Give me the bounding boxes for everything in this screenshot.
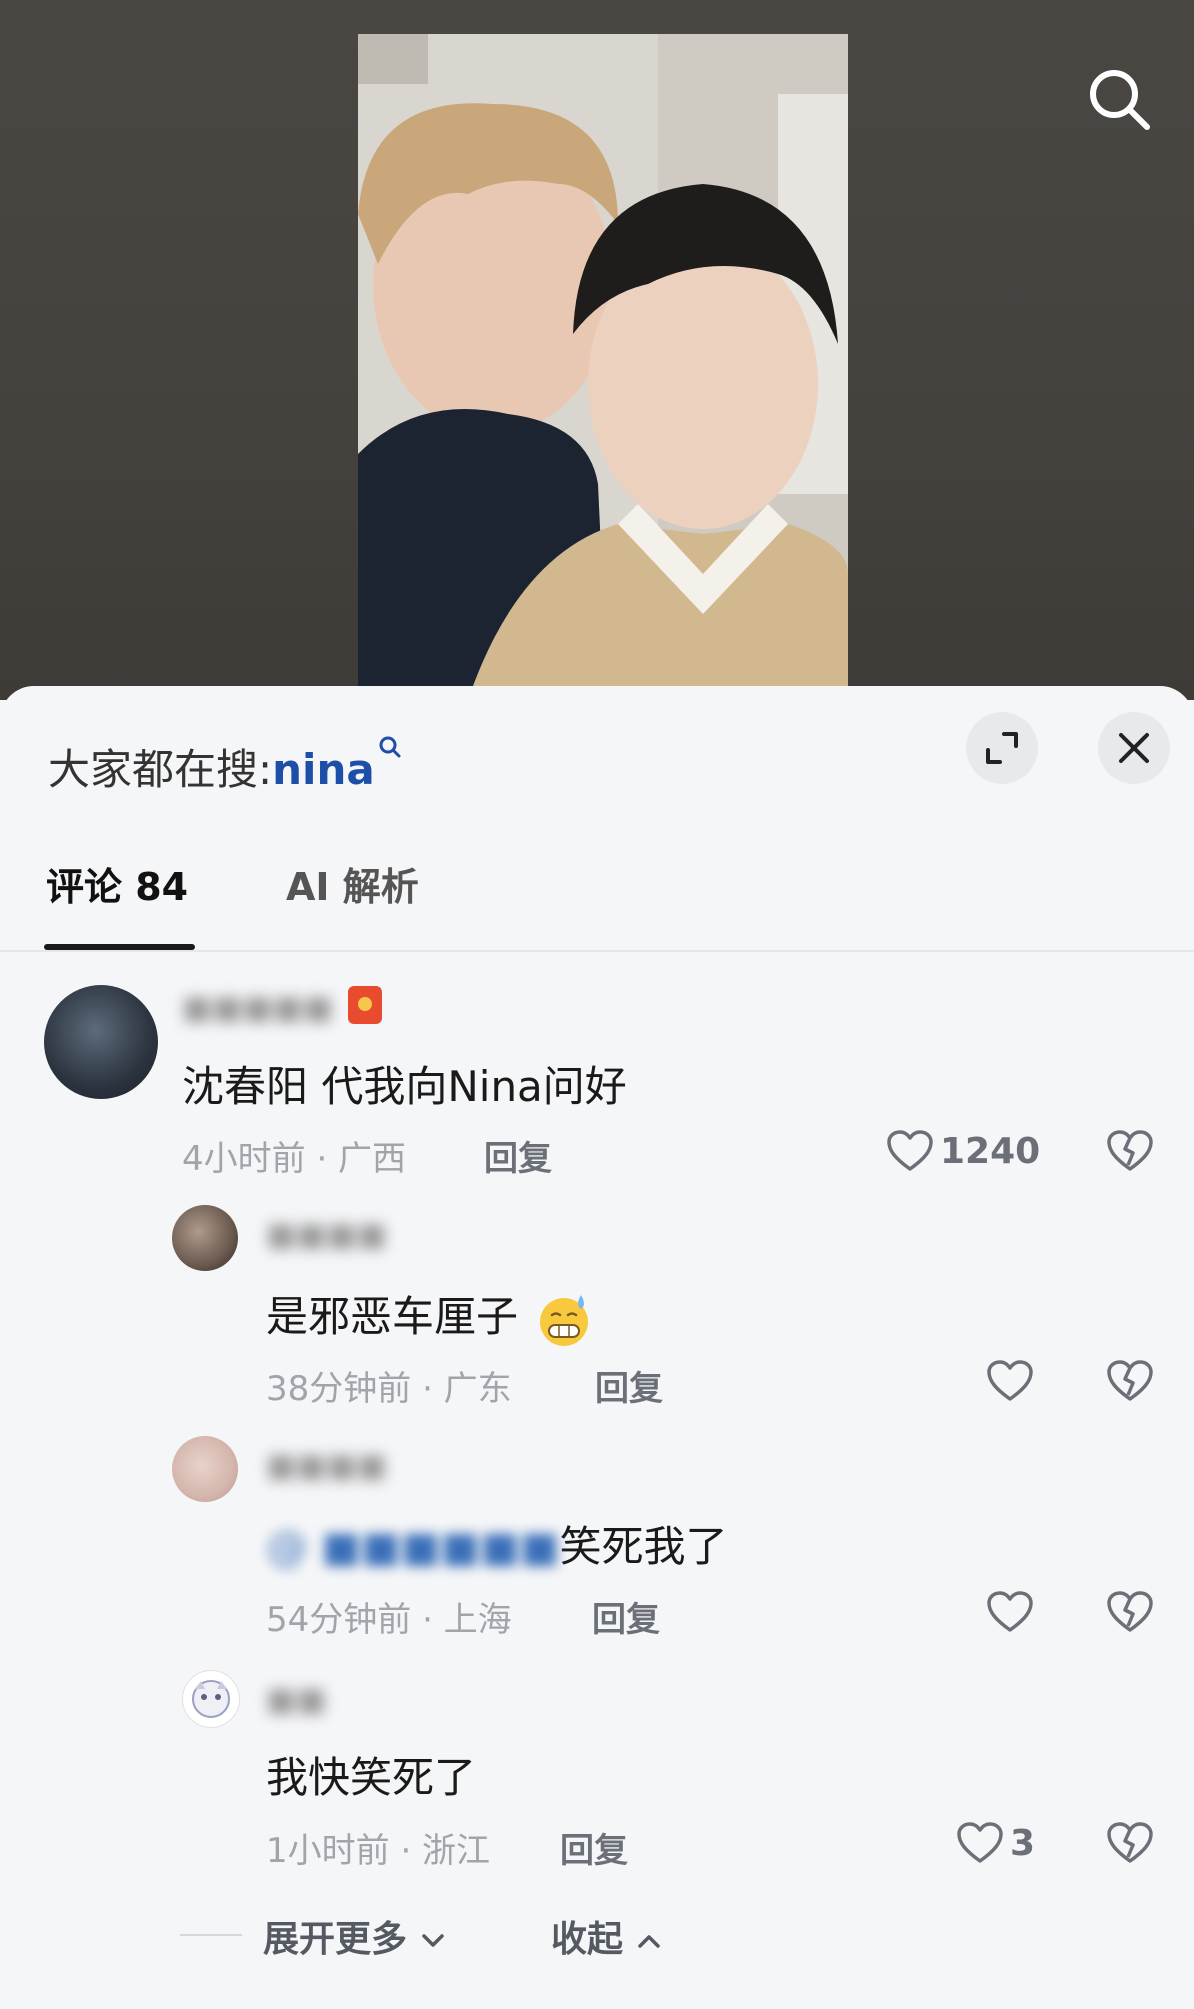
heart-icon [987,1360,1033,1401]
dislike-button[interactable] [1106,1821,1154,1869]
chevron-up-icon [637,1935,660,1948]
tab-bar: 评论 84 AI 解析 [0,856,1194,936]
comment-text: 沈春阳 代我向Nina问好 [182,1062,627,1111]
dislike-button[interactable] [1106,1129,1154,1177]
comment-username[interactable]: ■■■■■ [182,988,333,1026]
heart-icon [987,1591,1033,1632]
reply-text-content: 笑死我了 [559,1522,728,1571]
chevron-down-icon [421,1934,444,1947]
like-count: 1240 [940,1130,1041,1172]
dislike-button[interactable] [1106,1590,1154,1638]
close-icon [1119,733,1149,763]
expand-button[interactable] [966,712,1038,784]
expand-more-label: 展开更多 [263,1919,408,1960]
like-button[interactable]: 3 [956,1821,1035,1865]
comment-sheet: 大家都在搜:nina 评论 84 AI 解析 [0,686,1194,2009]
reply-meta: 38分钟前 · 广东 [266,1369,512,1409]
reply-mention[interactable]: @ ■■■■■■ [266,1522,559,1571]
reply-meta: 54分钟前 · 上海 [266,1600,512,1640]
reply-text: 是邪恶车厘子 [266,1283,593,1349]
avatar[interactable] [44,985,158,1099]
avatar[interactable] [172,1436,238,1502]
avatar[interactable] [172,1205,238,1271]
red-envelope-icon [348,986,382,1024]
like-button[interactable]: 1240 [886,1129,1040,1173]
reply-button[interactable]: 回复 [595,1361,663,1410]
reply-username[interactable]: ■■■■ [266,1446,387,1484]
reply-button[interactable]: 回复 [560,1823,628,1872]
replies-divider-line [180,1934,242,1936]
avatar[interactable] [182,1670,240,1728]
hot-search-keyword[interactable]: nina [272,745,375,794]
collapse-label: 收起 [551,1919,624,1960]
reply-text: 我快笑死了 [266,1753,477,1802]
tab-comments[interactable]: 评论 84 [46,856,188,911]
photo-illustration [358,34,848,700]
grimace-sweat-emoji-icon [540,1294,589,1346]
video-background[interactable] [0,0,1194,700]
reply-username[interactable]: ■■ [266,1680,326,1718]
reply-username[interactable]: ■■■■ [266,1215,387,1253]
dislike-button[interactable] [1106,1359,1154,1407]
tabs-divider [0,950,1194,952]
hot-search-banner[interactable]: 大家都在搜:nina [48,736,403,797]
search-button[interactable] [1085,65,1155,135]
keyword-search-icon [379,736,401,758]
heart-icon [887,1130,933,1171]
close-button[interactable] [1098,712,1170,784]
reply-text: @ ■■■■■■笑死我了 [266,1513,727,1574]
video-photo[interactable] [358,34,848,700]
reply-button[interactable]: 回复 [592,1592,660,1641]
reply-text-content: 是邪恶车厘子 [266,1292,519,1341]
broken-heart-icon [1107,1130,1153,1171]
expand-more-button[interactable]: 展开更多 [263,1910,446,1962]
broken-heart-icon [1107,1822,1153,1863]
cartoon-avatar-icon [192,1680,230,1718]
expand-icon [986,732,1018,764]
broken-heart-icon [1107,1591,1153,1632]
reply-meta: 1小时前 · 浙江 [266,1831,491,1871]
broken-heart-icon [1107,1360,1153,1401]
search-icon [1090,70,1150,130]
like-button[interactable] [986,1359,1034,1403]
like-button[interactable] [986,1590,1034,1634]
comment-meta: 4小时前 · 广西 [182,1139,407,1179]
collapse-button[interactable]: 收起 [551,1910,662,1962]
tab-ai-analysis[interactable]: AI 解析 [286,856,419,911]
like-count: 3 [1010,1822,1036,1864]
reply-button[interactable]: 回复 [484,1131,552,1180]
hot-search-prefix: 大家都在搜: [48,745,273,794]
heart-icon [957,1822,1003,1863]
